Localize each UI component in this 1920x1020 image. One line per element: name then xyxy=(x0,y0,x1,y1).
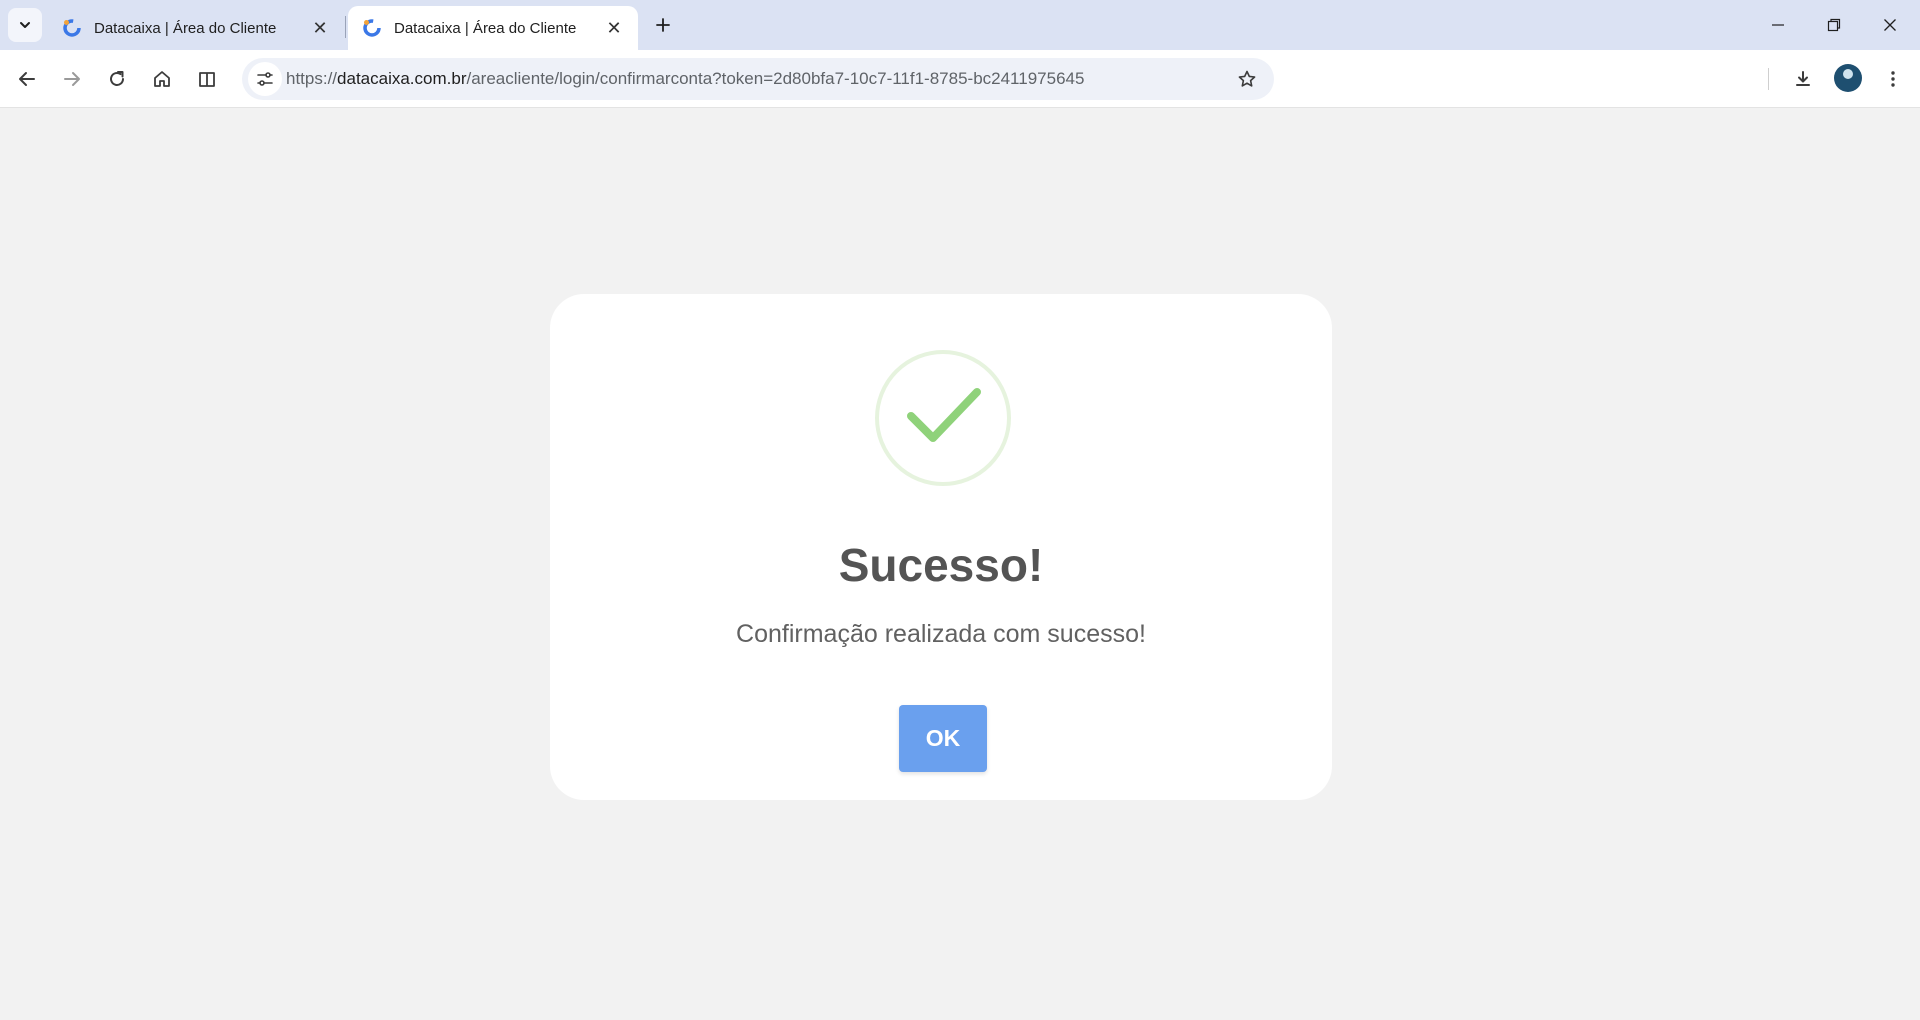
split-view-icon xyxy=(199,72,215,87)
address-bar[interactable]: https://datacaixa.com.br/areacliente/log… xyxy=(242,58,1274,100)
new-tab-button[interactable] xyxy=(648,10,678,40)
restore-icon xyxy=(1827,18,1841,32)
dialog-message: Confirmação realizada com sucesso! xyxy=(736,620,1146,648)
site-info-button[interactable] xyxy=(248,62,282,96)
bookmark-button[interactable] xyxy=(1234,66,1260,92)
close-window-button[interactable] xyxy=(1862,0,1918,50)
success-icon-ring xyxy=(875,350,1011,486)
split-view-button[interactable] xyxy=(190,62,224,96)
datacaixa-favicon-icon xyxy=(63,19,81,37)
success-dialog: Sucesso! Confirmação realizada com suces… xyxy=(550,294,1332,800)
reload-button[interactable] xyxy=(100,62,134,96)
tab-title: Datacaixa | Área do Cliente xyxy=(94,19,277,37)
browser-menu-button[interactable] xyxy=(1876,62,1910,96)
tab-separator xyxy=(345,16,346,38)
downloads-button[interactable] xyxy=(1786,62,1820,96)
reload-icon xyxy=(110,71,124,86)
arrow-right-icon xyxy=(64,72,80,86)
tab-search-button[interactable] xyxy=(8,8,42,42)
plus-icon xyxy=(656,18,670,32)
url-text[interactable]: https://datacaixa.com.br/areacliente/log… xyxy=(286,69,1084,89)
chevron-down-icon xyxy=(20,22,30,28)
tab-title: Datacaixa | Área do Cliente xyxy=(394,19,577,37)
star-icon xyxy=(1238,70,1256,87)
close-icon[interactable]: ✕ xyxy=(308,16,332,40)
ok-button[interactable]: OK xyxy=(899,705,987,772)
forward-button[interactable] xyxy=(55,62,89,96)
dialog-title: Sucesso! xyxy=(838,539,1044,591)
arrow-left-icon xyxy=(19,72,35,86)
url-path: /areacliente/login/confirmarconta?token=… xyxy=(466,69,1085,88)
kebab-menu-icon xyxy=(1891,71,1895,87)
url-scheme: https:// xyxy=(286,69,338,88)
toolbar-divider xyxy=(1768,68,1769,90)
close-icon[interactable]: ✕ xyxy=(602,16,626,40)
browser-toolbar: https://datacaixa.com.br/areacliente/log… xyxy=(0,50,1920,108)
back-button[interactable] xyxy=(10,62,44,96)
tune-icon xyxy=(257,72,273,86)
url-host: datacaixa.com.br xyxy=(337,69,467,88)
home-button[interactable] xyxy=(145,62,179,96)
close-icon xyxy=(1884,19,1896,31)
tab-inactive[interactable]: Datacaixa | Área do Cliente ✕ xyxy=(48,6,344,50)
restore-button[interactable] xyxy=(1806,0,1862,50)
tab-active[interactable]: Datacaixa | Área do Cliente ✕ xyxy=(348,6,638,50)
datacaixa-favicon-icon xyxy=(363,19,381,37)
download-icon xyxy=(1796,71,1810,86)
minimize-icon xyxy=(1772,24,1784,26)
checkmark-icon xyxy=(907,388,981,442)
tab-strip: Datacaixa | Área do Cliente ✕ Datacaixa … xyxy=(0,0,1920,50)
profile-avatar[interactable] xyxy=(1834,64,1862,92)
minimize-button[interactable] xyxy=(1750,0,1806,50)
home-icon xyxy=(154,71,170,87)
